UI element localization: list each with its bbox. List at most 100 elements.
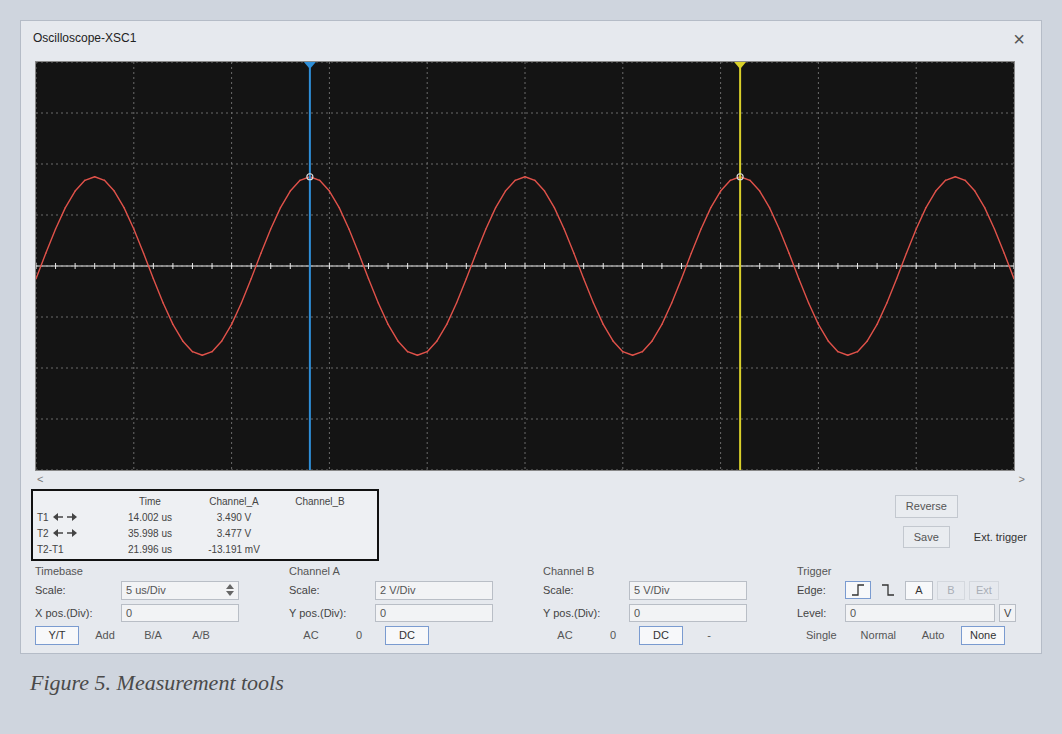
trace-segment [994, 229, 1004, 253]
mode-button[interactable]: DC [385, 626, 429, 645]
position-field[interactable]: 0 [629, 604, 747, 623]
trace-segment [75, 180, 85, 191]
trigger-mode-button[interactable]: Single [797, 626, 846, 645]
position-row: Y pos.(Div):0 [543, 604, 773, 623]
axis-tick [466, 263, 467, 269]
group-title: Channel A [289, 565, 519, 577]
grid-line [622, 62, 623, 470]
trace-segment [46, 229, 56, 253]
axis-tick [329, 263, 330, 269]
level-field-value: 0 [850, 605, 856, 622]
grid-line [916, 62, 917, 470]
axis-tick [94, 263, 95, 269]
cursor-line[interactable] [739, 62, 741, 470]
trace-segment [281, 191, 291, 208]
axis-tick [446, 263, 447, 269]
mode-button[interactable]: AC [543, 626, 587, 645]
trace-segment [887, 279, 897, 303]
trace-segment [320, 180, 330, 191]
trace-segment [946, 177, 956, 181]
trace-segment [574, 253, 584, 279]
level-unit[interactable]: V [999, 604, 1016, 623]
axis-tick [36, 263, 37, 269]
position-field[interactable]: 0 [121, 604, 239, 623]
position-field[interactable]: 0 [375, 604, 493, 623]
scale-row: Scale:2 V/Div [289, 581, 519, 600]
trace-segment [525, 177, 535, 181]
oscilloscope-window: Oscilloscope-XSC1×<>TimeChannel_AChannel… [20, 20, 1042, 654]
grid-line [36, 368, 1014, 369]
trace-segment [681, 253, 691, 279]
edge-button[interactable] [875, 581, 901, 599]
mode-button[interactable]: Add [83, 626, 127, 645]
mode-button[interactable]: AC [289, 626, 333, 645]
cursor-line[interactable] [309, 62, 311, 470]
grid-line [36, 419, 1014, 420]
cursor-marker-icon[interactable] [734, 62, 746, 69]
trace-segment [457, 279, 467, 303]
cursor-marker-icon[interactable] [304, 62, 316, 69]
trace-segment [535, 180, 545, 191]
mode-button[interactable]: DC [639, 626, 683, 645]
level-field[interactable]: 0 [845, 604, 995, 623]
trace-segment [36, 253, 46, 279]
column-header: Time [109, 494, 191, 509]
cursor-name: T2 [37, 526, 49, 541]
axis-tick [505, 263, 506, 269]
axis-tick [564, 263, 565, 269]
trace-segment [124, 208, 134, 229]
scale-field[interactable]: 5 V/Div [629, 581, 747, 600]
trace-segment [701, 208, 711, 229]
trace-segment [56, 208, 66, 229]
trace-segment [95, 177, 105, 181]
spinner-icon[interactable] [226, 584, 234, 596]
arrows-icon[interactable] [53, 529, 77, 537]
grid-line [36, 470, 1014, 471]
channel-a-cell: 3.490 V [191, 510, 277, 525]
trace-segment [828, 341, 838, 352]
trace-segment [271, 208, 281, 229]
trace-segment [134, 229, 144, 253]
mode-button[interactable]: A/B [179, 626, 223, 645]
side-buttons: Reverse Save [895, 495, 958, 548]
grid-line [36, 317, 1014, 318]
trace-segment [251, 253, 261, 279]
trace-segment [1004, 253, 1014, 279]
readout-header: TimeChannel_AChannel_B [37, 493, 373, 509]
scale-field[interactable]: 5 us/Div [121, 581, 239, 600]
trace-segment [163, 303, 173, 324]
axis-tick [837, 263, 838, 269]
level-label: Level: [797, 605, 841, 622]
reverse-button[interactable]: Reverse [895, 495, 958, 518]
axis-tick [759, 263, 760, 269]
trace-segment [466, 253, 476, 279]
trace-segment [65, 191, 75, 208]
side-controls: ReverseSaveExt. trigger [895, 489, 1031, 548]
trigger-mode-button[interactable]: Auto [911, 626, 955, 645]
scale-field[interactable]: 2 V/Div [375, 581, 493, 600]
trace-segment [750, 180, 760, 191]
mode-button[interactable]: 0 [337, 626, 381, 645]
mode-button[interactable]: Y/T [35, 626, 79, 645]
arrows-icon[interactable] [53, 513, 77, 521]
scale-field-value: 2 V/Div [380, 582, 415, 599]
mode-button[interactable]: - [687, 626, 731, 645]
trigger-mode-button[interactable]: Normal [852, 626, 905, 645]
trace-segment [916, 208, 926, 229]
mode-button[interactable]: B/A [131, 626, 175, 645]
trace-segment [290, 180, 300, 191]
edge-button[interactable] [845, 581, 871, 599]
scroll-right-button[interactable]: > [1019, 471, 1025, 487]
source-button[interactable]: A [905, 581, 933, 600]
scroll-left-button[interactable]: < [37, 471, 43, 487]
position-field-value: 0 [380, 605, 386, 622]
position-field-value: 0 [634, 605, 640, 622]
mode-button[interactable]: 0 [591, 626, 635, 645]
readout-row: TimeChannel_AChannel_BT114.002 us3.490 V… [31, 489, 1031, 561]
scale-label: Scale: [35, 582, 121, 599]
trace-segment [867, 324, 877, 341]
trigger-mode-button[interactable]: None [961, 626, 1005, 645]
save-button[interactable]: Save [903, 526, 950, 549]
close-button[interactable]: × [1009, 29, 1029, 49]
trace-segment [554, 208, 564, 229]
